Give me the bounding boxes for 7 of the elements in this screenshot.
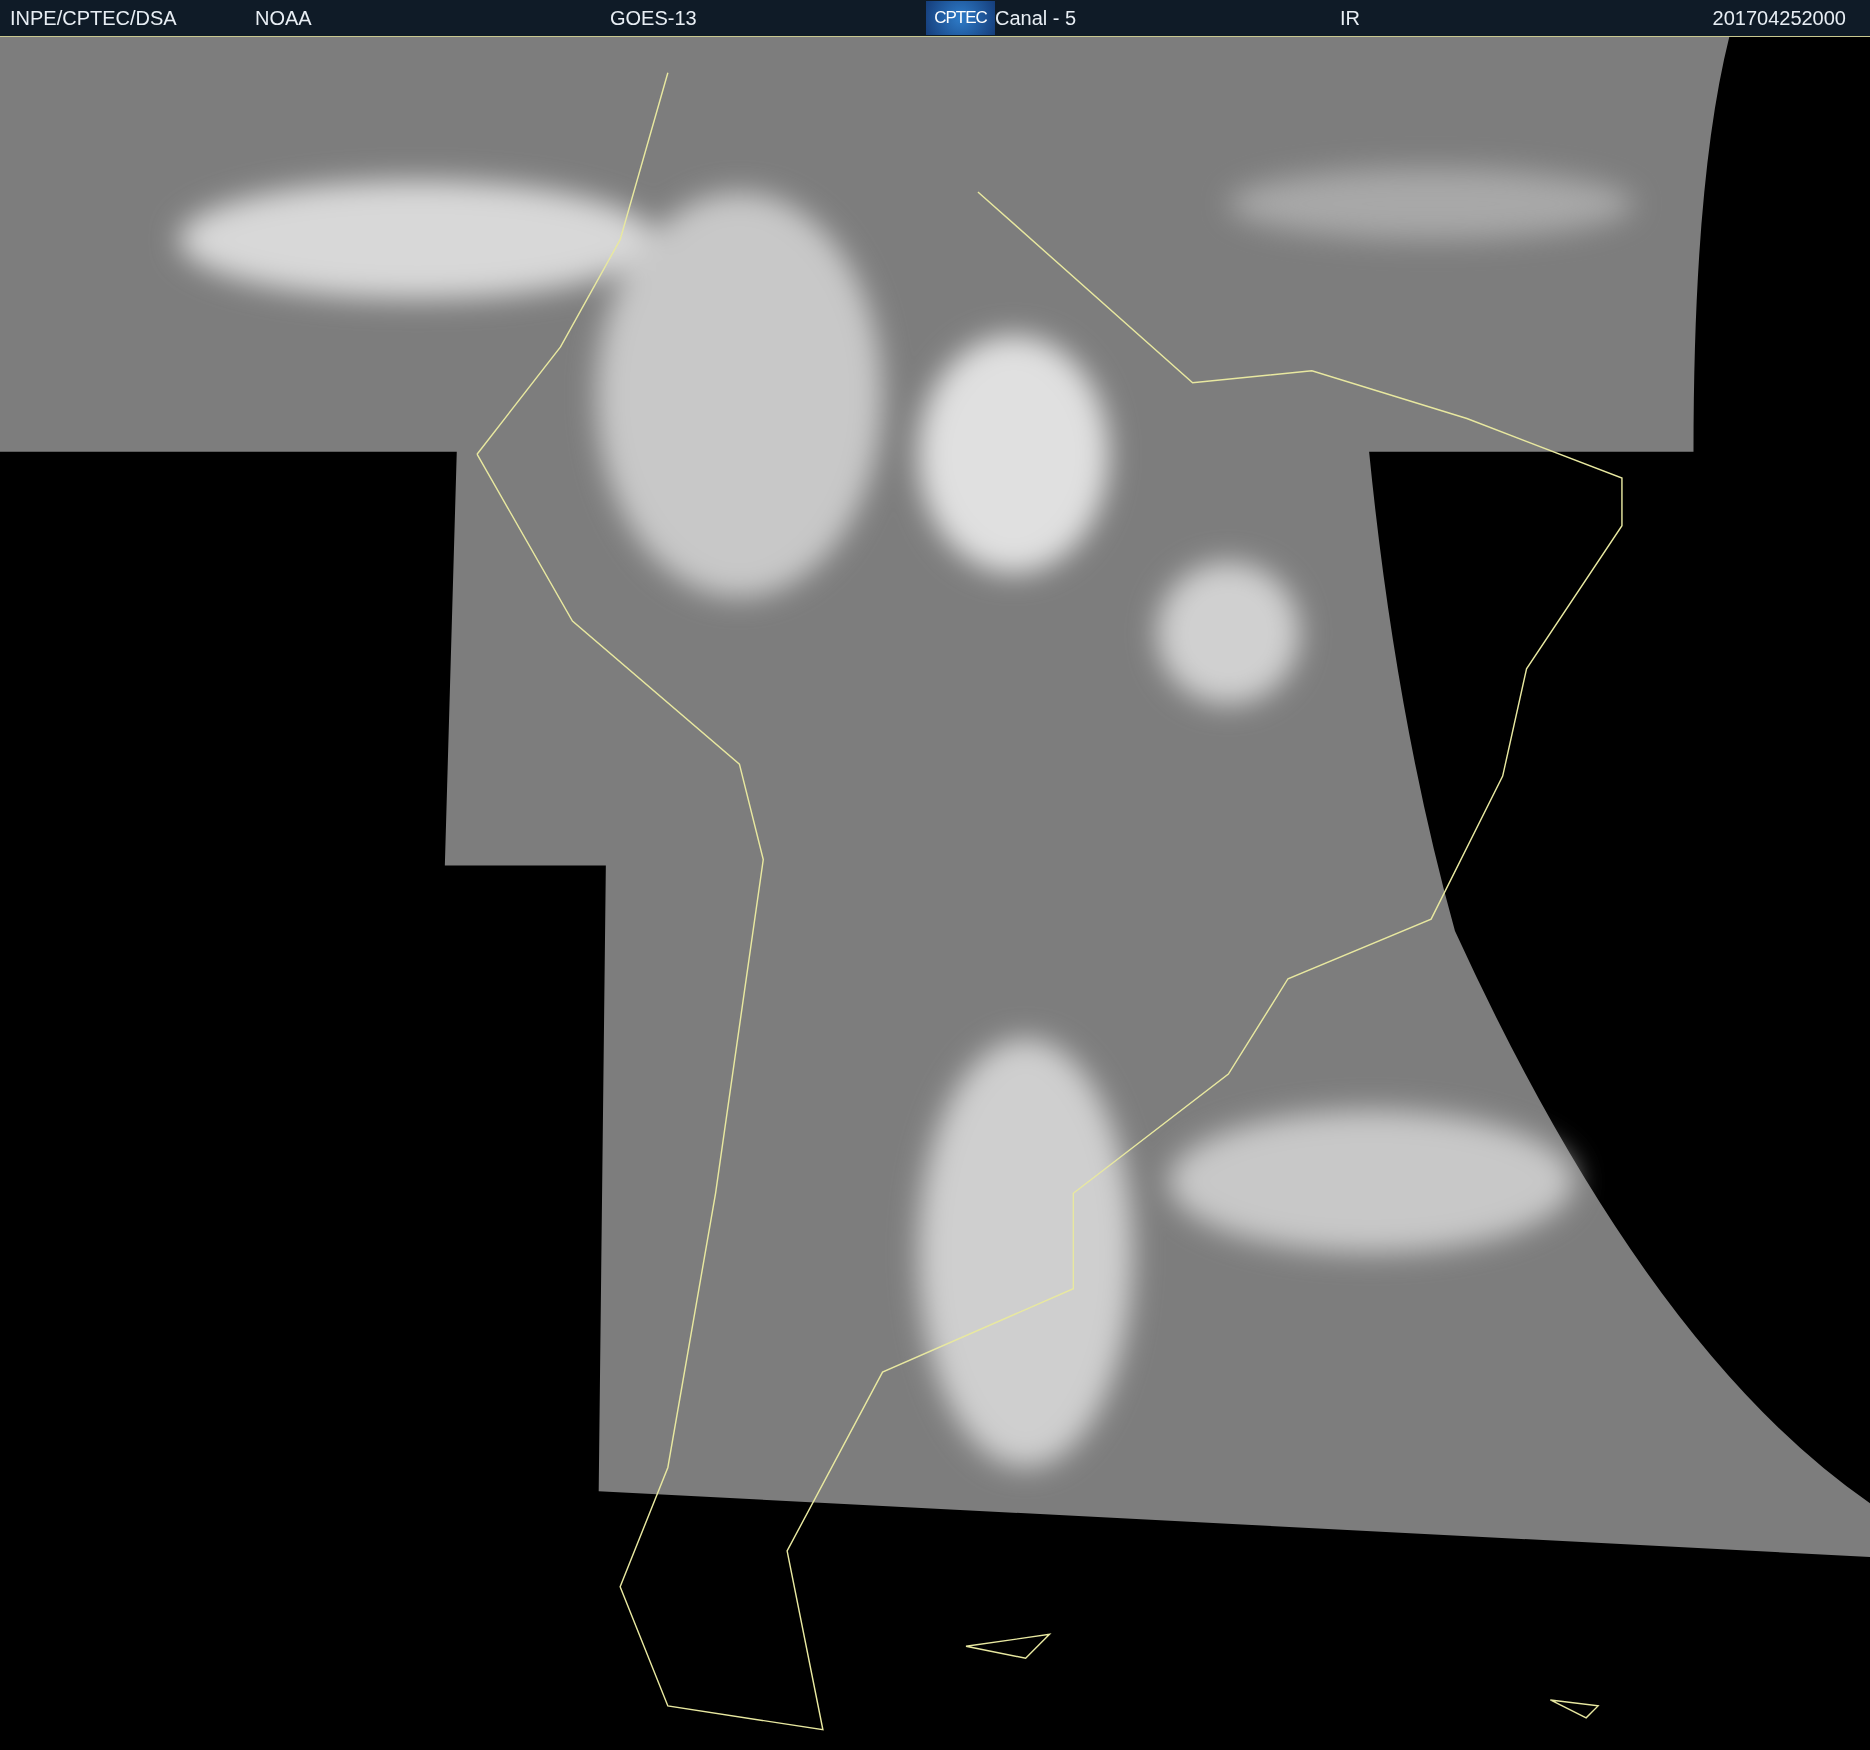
- header-label: INPE/CPTEC/DSA: [10, 6, 177, 30]
- header-label: IR: [1340, 6, 1360, 30]
- header-label: 201704252000: [1712, 6, 1846, 30]
- header-label: GOES-13: [610, 6, 697, 30]
- header-label: NOAA: [255, 6, 312, 30]
- header-label: Canal - 5: [995, 6, 1077, 30]
- logo: CPTEC: [926, 1, 995, 35]
